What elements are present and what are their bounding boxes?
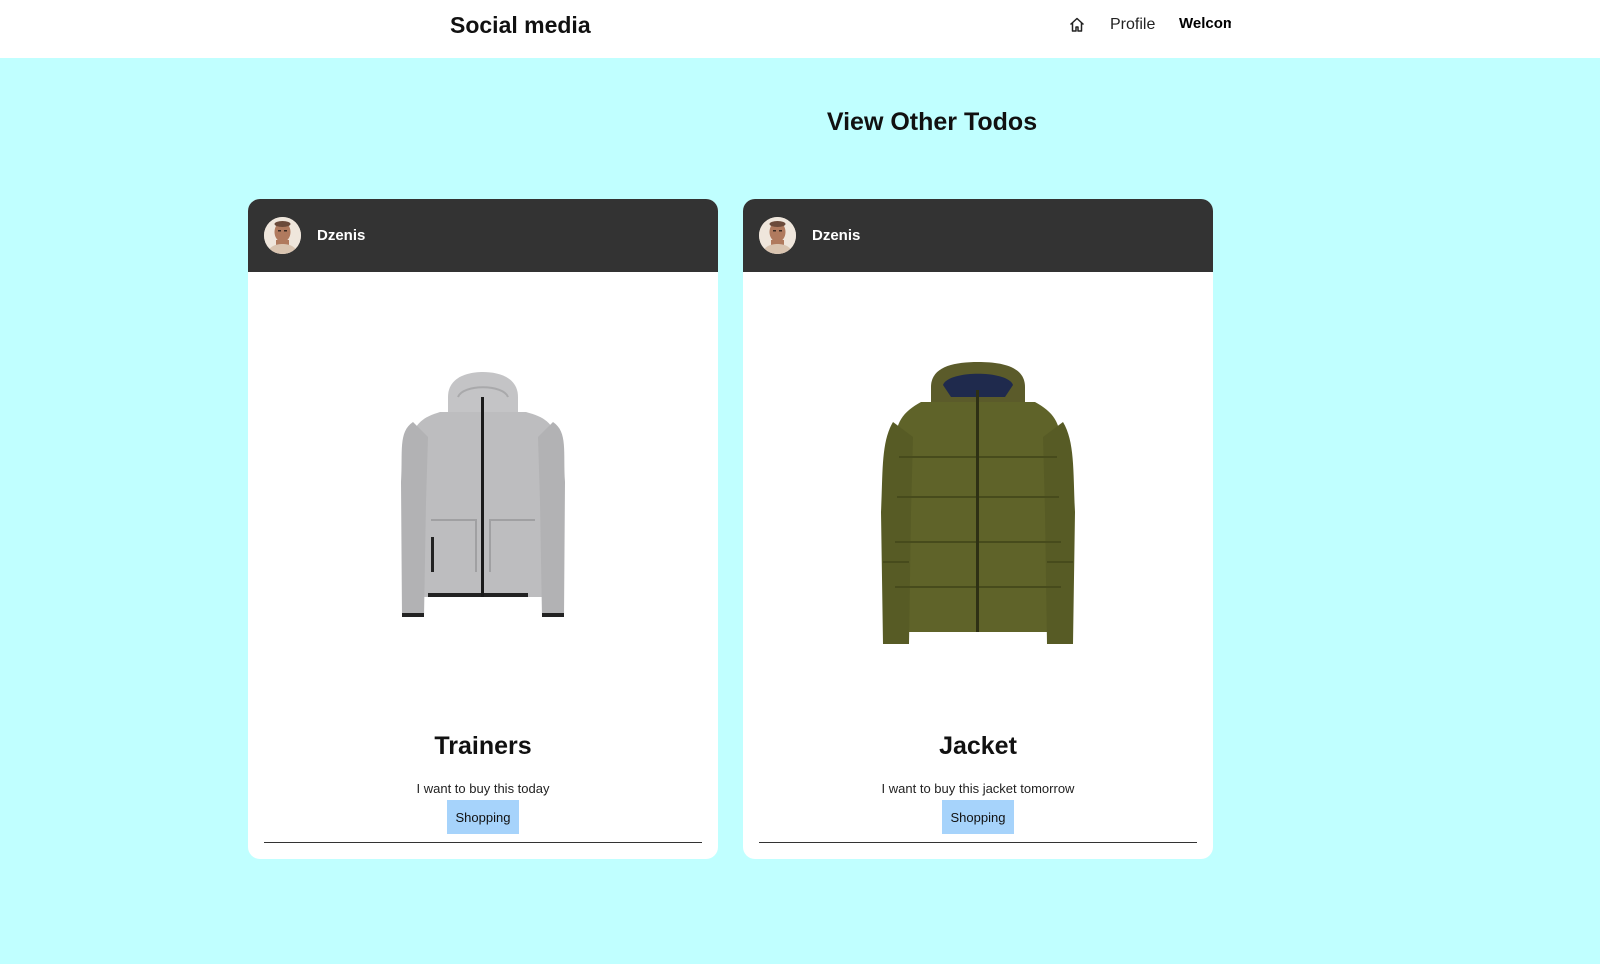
author-name[interactable]: Dzenis	[317, 227, 365, 244]
category-tag[interactable]: Shopping	[446, 800, 520, 834]
todo-title: Jacket	[939, 732, 1017, 760]
todo-title: Trainers	[434, 732, 532, 760]
todo-card: Dzenis Trainers I want to buy this today	[248, 199, 718, 859]
avatar[interactable]	[759, 217, 796, 254]
todo-card: Dzenis Jacket I want to buy this jacket …	[743, 199, 1213, 859]
tag-container: Shopping	[743, 800, 1213, 834]
welcome-message: Welcome	[1179, 15, 1231, 32]
todo-description: I want to buy this jacket tomorrow	[881, 781, 1075, 796]
welcome-message-container: Welcome	[1179, 15, 1231, 39]
card-header: Dzenis	[248, 199, 718, 272]
tag-container: Shopping	[248, 800, 718, 834]
avatar[interactable]	[264, 217, 301, 254]
card-header: Dzenis	[743, 199, 1213, 272]
author-name[interactable]: Dzenis	[812, 227, 860, 244]
page-title: View Other Todos	[826, 108, 1038, 136]
brand-title[interactable]: Social media	[450, 12, 591, 39]
nav-profile-link[interactable]: Profile	[1110, 16, 1155, 34]
card-divider	[759, 842, 1197, 843]
top-navbar: Social media Profile Welcome	[0, 0, 1600, 58]
category-tag[interactable]: Shopping	[941, 800, 1015, 834]
card-divider	[264, 842, 702, 843]
jacket-image	[743, 272, 1213, 712]
hoodie-image	[248, 272, 718, 712]
home-icon[interactable]	[1068, 16, 1086, 34]
todo-description: I want to buy this today	[416, 781, 550, 796]
